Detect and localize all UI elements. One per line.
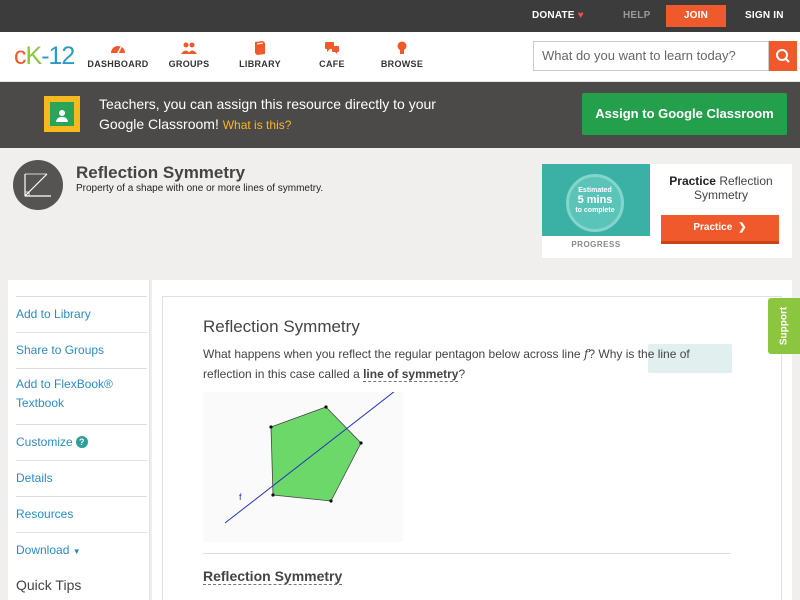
nav-browse[interactable]: BROWSE — [374, 41, 430, 69]
caret-down-icon: ▼ — [72, 547, 81, 556]
search-button[interactable] — [769, 41, 797, 71]
geometry-icon — [24, 173, 51, 197]
practice-button[interactable]: Practice ❯ — [661, 215, 779, 244]
people-icon — [181, 42, 197, 54]
line-of-symmetry-term[interactable]: line of symmetry — [363, 367, 459, 382]
nav-cafe[interactable]: CAFE — [305, 41, 359, 69]
left-sidebar: Add to Library Share to Groups Add to Fl… — [8, 280, 150, 600]
lesson-question: What happens when you reflect the regula… — [203, 347, 690, 382]
lesson-title: Reflection Symmetry — [203, 317, 360, 336]
search-icon — [776, 49, 790, 63]
support-tab[interactable]: Support — [768, 298, 800, 354]
banner-text: Teachers, you can assign this resource d… — [99, 96, 436, 132]
share-to-groups-link[interactable]: Share to Groups — [16, 332, 147, 357]
help-icon: ? — [75, 436, 88, 448]
resources-link[interactable]: Resources — [16, 496, 147, 521]
top-bar: DONATE ♥ HELP JOIN SIGN IN — [0, 0, 800, 32]
lightbulb-icon — [397, 41, 407, 54]
chat-icon — [325, 42, 339, 54]
concept-icon — [13, 160, 63, 210]
google-classroom-banner: Teachers, you can assign this resource d… — [0, 82, 800, 148]
download-link[interactable]: Download ▼ — [16, 532, 147, 557]
nav-groups[interactable]: GROUPS — [162, 41, 216, 69]
divider — [203, 553, 731, 554]
assign-google-classroom-button[interactable]: Assign to Google Classroom — [582, 93, 787, 135]
section-heading: Reflection Symmetry — [203, 568, 343, 585]
main-content: Reflection Symmetry What happens when yo… — [152, 280, 792, 600]
nav-library[interactable]: LIBRARY — [233, 41, 287, 69]
sign-in-link[interactable]: SIGN IN — [745, 0, 784, 32]
page-subtitle: Property of a shape with one or more lin… — [76, 183, 324, 194]
book-icon — [255, 41, 265, 55]
practice-card: Estimated 5 mins to complete PROGRESS Pr… — [542, 164, 792, 258]
join-button[interactable]: JOIN — [666, 5, 726, 27]
lesson-card: Reflection Symmetry What happens when yo… — [162, 296, 782, 600]
heart-icon: ♥ — [577, 10, 584, 21]
details-link[interactable]: Details — [16, 460, 147, 485]
gauge-icon — [111, 46, 125, 54]
help-link[interactable]: HELP — [623, 0, 650, 32]
nav-dashboard[interactable]: DASHBOARD — [86, 41, 150, 69]
donate-link[interactable]: DONATE ♥ — [532, 0, 584, 32]
add-to-library-link[interactable]: Add to Library — [16, 296, 147, 321]
customize-link[interactable]: Customize? — [16, 424, 147, 449]
progress-label: PROGRESS — [571, 240, 621, 249]
main-nav: cK-12 DASHBOARD GROUPS LIBRARY CAFE BROW… — [0, 32, 800, 82]
what-is-this-link[interactable]: What is this? — [223, 118, 292, 132]
chevron-right-icon: ❯ — [738, 222, 747, 233]
progress-badge: Estimated 5 mins to complete — [542, 164, 650, 236]
add-to-flexbook-link[interactable]: Add to FlexBook® Textbook — [16, 368, 147, 413]
page-title: Reflection Symmetry — [76, 163, 246, 182]
practice-title: Practice Reflection Symmetry — [669, 174, 773, 202]
ck12-logo[interactable]: cK-12 — [14, 42, 75, 71]
search-input[interactable]: What do you want to learn today? — [533, 41, 769, 71]
concept-header: Reflection Symmetry Property of a shape … — [0, 148, 800, 278]
pentagon-figure: f — [203, 392, 403, 542]
quick-tips-heading: Quick Tips — [16, 577, 82, 593]
google-classroom-icon — [44, 96, 80, 132]
